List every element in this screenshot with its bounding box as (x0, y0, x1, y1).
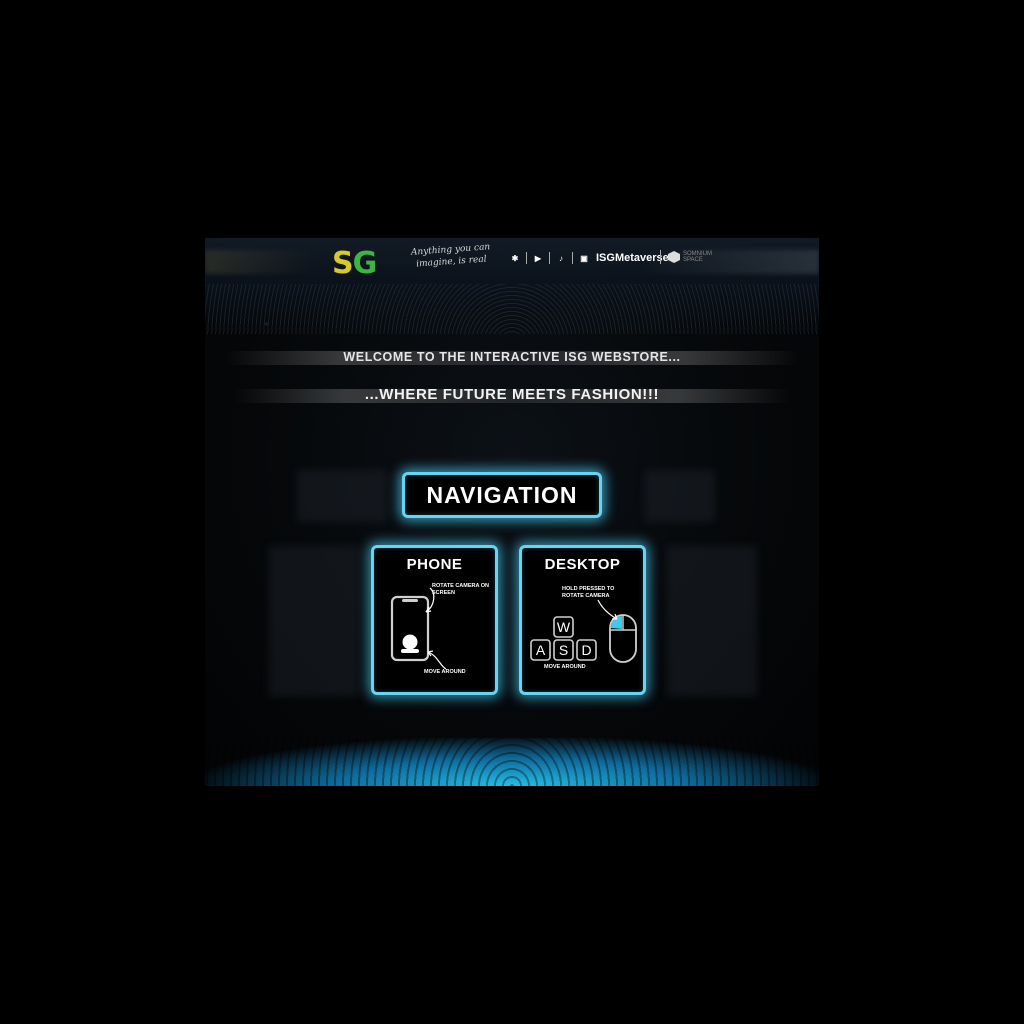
isg-logo: SG (332, 246, 378, 281)
navigation-title: NAVIGATION (402, 472, 602, 518)
key-d: D (581, 642, 591, 658)
phone-controls-card: PHONE ROTATE CAMERA ON SCREEN MOVE AROUN… (371, 545, 498, 695)
divider (526, 252, 527, 264)
crowd-background (205, 284, 819, 334)
desktop-controls-card: DESKTOP W A S D HOLD PRESSED TO ROTATE C… (519, 545, 646, 695)
logo-letter-s: S (332, 246, 354, 281)
welcome-line-2: ...WHERE FUTURE MEETS FASHION!!! (364, 386, 660, 403)
key-a: A (536, 642, 546, 658)
divider (549, 252, 550, 264)
divider (572, 252, 573, 264)
phone-rotate-label: ROTATE CAMERA ON SCREEN (432, 583, 490, 596)
desktop-rotate-label: HOLD PRESSED TO ROTATE CAMERA (562, 586, 615, 599)
somnium-cube-icon (668, 251, 680, 263)
desktop-move-label: MOVE AROUND (544, 664, 586, 670)
social-links: ✱ ▶ ♪ ▣ ISGMetaverse (510, 252, 669, 264)
partner-name: SOMNIUM SPACE (683, 251, 712, 263)
logo-letter-g: G (352, 246, 378, 281)
tagline: Anything you can imagine, is real (410, 242, 491, 270)
tiktok-icon[interactable]: ♪ (556, 253, 566, 263)
background-panel (269, 546, 359, 696)
game-viewport[interactable]: SG Anything you can imagine, is real ✱ ▶… (205, 238, 819, 786)
key-s: S (559, 642, 568, 658)
phone-move-label: MOVE AROUND (424, 669, 466, 675)
youtube-icon[interactable]: ▶ (533, 253, 543, 263)
key-w: W (557, 619, 571, 635)
background-panel (667, 546, 757, 696)
social-handle: ISGMetaverse (596, 252, 669, 264)
divider (660, 250, 661, 264)
header-banner: SG Anything you can imagine, is real ✱ ▶… (205, 238, 819, 334)
background-panel (297, 470, 387, 522)
bottom-glow-decoration (205, 738, 819, 786)
twitter-icon[interactable]: ✱ (510, 253, 520, 263)
partner-logo: SOMNIUM SPACE (660, 250, 712, 264)
background-panel (645, 470, 715, 522)
instagram-icon[interactable]: ▣ (579, 253, 589, 263)
welcome-line-1: WELCOME TO THE INTERACTIVE ISG WEBSTORE.… (343, 350, 681, 364)
